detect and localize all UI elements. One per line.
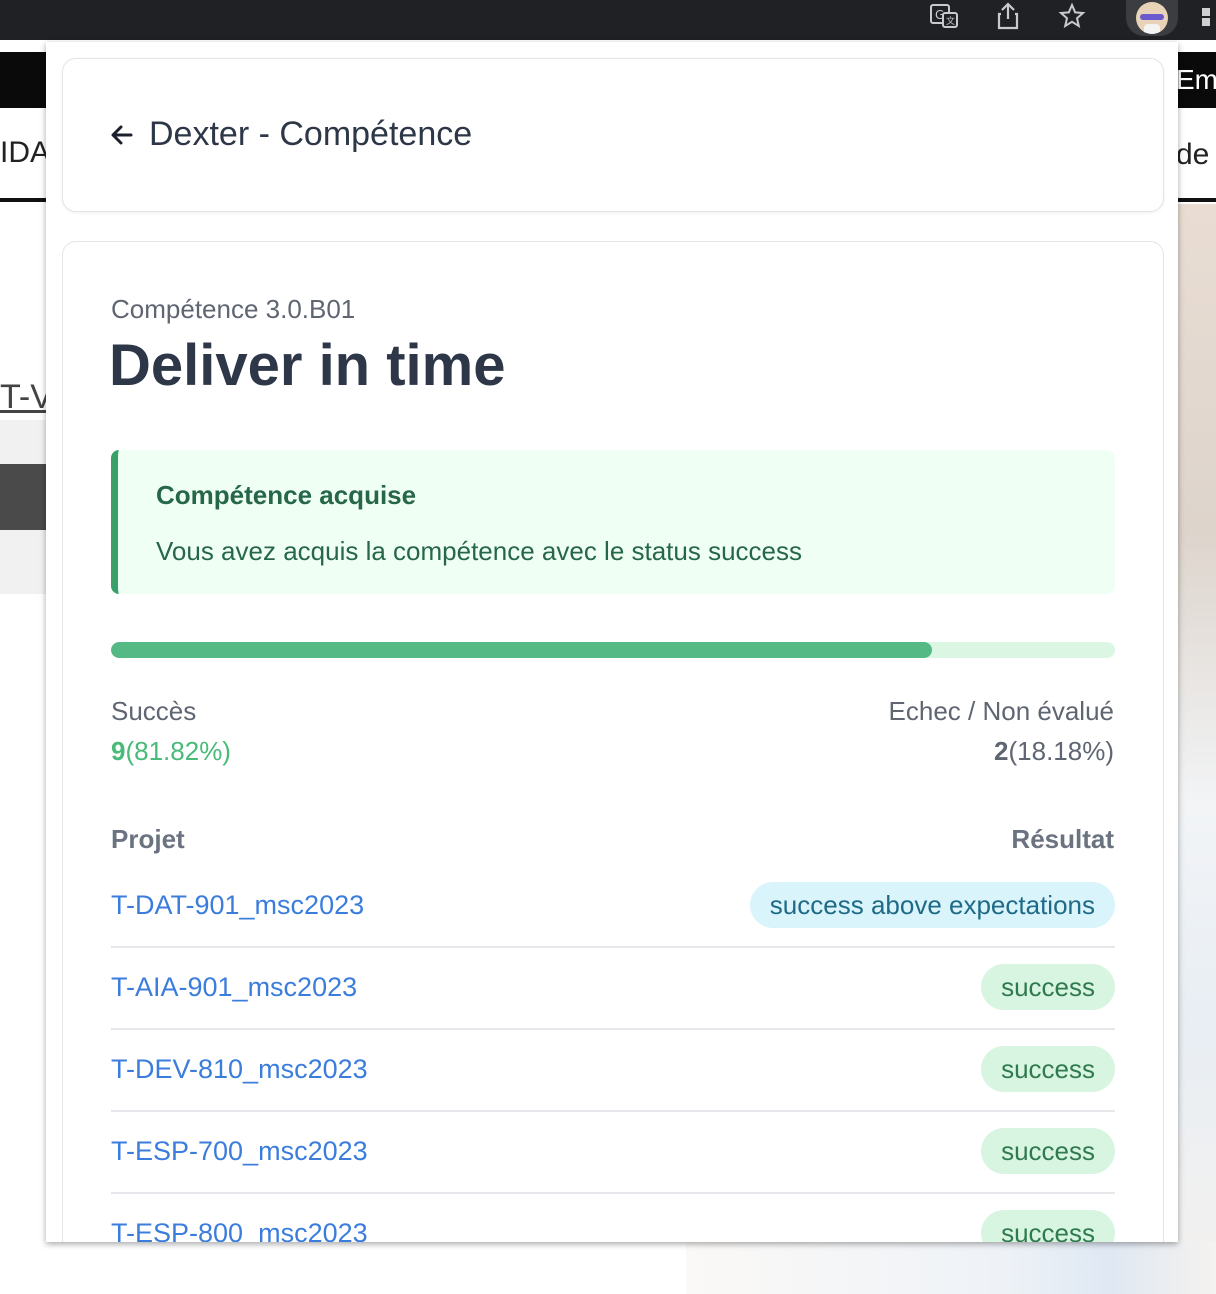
background-link-fragment: T-V xyxy=(0,378,53,416)
project-link[interactable]: T-AIA-901_msc2023 xyxy=(111,972,357,1003)
share-icon[interactable] xyxy=(990,0,1026,32)
competence-code: Compétence 3.0.B01 xyxy=(111,294,356,324)
status-alert: Compétence acquise Vous avez acquis la c… xyxy=(111,450,1115,594)
background-image-bottom xyxy=(686,1242,1216,1294)
fail-value: 2(18.18%) xyxy=(994,736,1114,767)
progress-bar xyxy=(111,642,1115,658)
background-nav-fragment-left: IDA xyxy=(0,136,51,169)
alert-message: Vous avez acquis la compétence avec le s… xyxy=(156,536,803,566)
table-row: T-ESP-700_msc2023 success xyxy=(111,1112,1115,1194)
success-value: 9(81.82%) xyxy=(111,736,231,767)
extensions-icon[interactable] xyxy=(1198,6,1216,28)
column-header-project: Projet xyxy=(111,824,185,854)
svg-text:文: 文 xyxy=(946,15,955,27)
arrow-left-icon[interactable] xyxy=(109,121,137,149)
translate-icon[interactable]: G文 xyxy=(926,0,962,32)
progress-fill xyxy=(111,642,933,658)
project-link[interactable]: T-ESP-800_msc2023 xyxy=(111,1218,368,1242)
popup-header: Dexter - Compétence xyxy=(62,58,1164,212)
competence-title: Deliver in time xyxy=(109,333,506,398)
background-header-fragment: Em xyxy=(1176,64,1216,95)
success-label: Succès xyxy=(111,696,197,726)
result-badge: success above expectations xyxy=(749,882,1115,928)
result-badge: success xyxy=(981,1210,1115,1242)
result-badge: success xyxy=(981,1128,1115,1174)
results-table: T-DAT-901_msc2023 success above expectat… xyxy=(111,866,1115,1242)
column-header-result: Résultat xyxy=(1011,824,1114,854)
result-badge: success xyxy=(981,964,1115,1010)
bookmark-star-icon[interactable] xyxy=(1054,0,1090,32)
table-row: T-ESP-800_msc2023 success xyxy=(111,1194,1115,1242)
success-count: 9 xyxy=(111,736,126,766)
project-link[interactable]: T-DAT-901_msc2023 xyxy=(111,890,364,921)
table-row: T-DAT-901_msc2023 success above expectat… xyxy=(111,866,1115,948)
avatar-image xyxy=(1136,2,1168,34)
competence-card: Compétence 3.0.B01 Deliver in time Compé… xyxy=(62,241,1164,1242)
fail-label: Echec / Non évalué xyxy=(888,696,1114,726)
background-nav-fragment-right: de xyxy=(1176,138,1210,171)
background-image xyxy=(1176,204,1216,1294)
table-row: T-DEV-810_msc2023 success xyxy=(111,1030,1115,1112)
profile-avatar[interactable] xyxy=(1126,0,1178,36)
table-row: T-AIA-901_msc2023 success xyxy=(111,948,1115,1030)
extension-popup: Dexter - Compétence Compétence 3.0.B01 D… xyxy=(46,42,1178,1242)
page-title: Dexter - Compétence xyxy=(149,115,473,153)
fail-count: 2 xyxy=(994,736,1009,766)
browser-toolbar: G文 xyxy=(0,0,1216,40)
project-link[interactable]: T-DEV-810_msc2023 xyxy=(111,1054,368,1085)
background-button xyxy=(0,464,46,530)
fail-percent: (18.18%) xyxy=(1008,736,1115,766)
success-percent: (81.82%) xyxy=(125,736,231,766)
result-badge: success xyxy=(981,1046,1115,1092)
project-link[interactable]: T-ESP-700_msc2023 xyxy=(111,1136,368,1167)
alert-title: Compétence acquise xyxy=(156,480,417,510)
